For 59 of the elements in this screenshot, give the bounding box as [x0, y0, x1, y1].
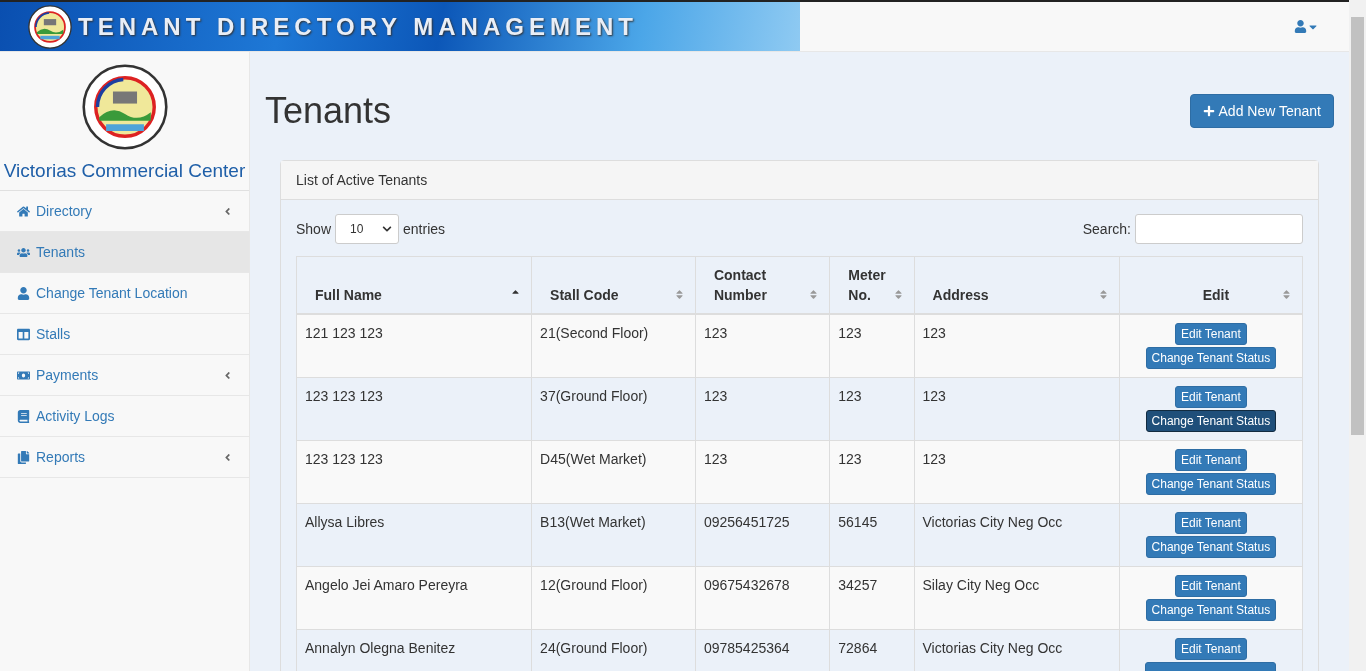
- table-cell: 123: [914, 377, 1120, 441]
- search-label: Search:: [1082, 221, 1131, 237]
- home-icon: [17, 204, 30, 218]
- edit-tenant-button[interactable]: Edit Tenant: [1174, 575, 1247, 597]
- table-cell: Annalyn Olegna Benitez: [296, 629, 532, 671]
- user-icon: [1294, 20, 1307, 33]
- change-status-button[interactable]: Change Tenant Status: [1145, 410, 1277, 432]
- table-cell: 56145: [829, 503, 915, 567]
- seal-logo: [28, 4, 72, 49]
- entries-label: entries: [403, 221, 446, 237]
- banner-title: TENANT DIRECTORY MANAGEMENT: [78, 12, 638, 41]
- table-cell: 123: [914, 440, 1120, 504]
- change-status-button[interactable]: Change Tenant Status: [1145, 599, 1277, 621]
- page-title: Tenants: [265, 90, 392, 132]
- table-cell: B13(Wet Market): [531, 503, 696, 567]
- edit-tenant-button[interactable]: Edit Tenant: [1174, 323, 1247, 345]
- table-cell: 123: [829, 377, 915, 441]
- change-status-button[interactable]: Change Tenant Status: [1145, 536, 1277, 558]
- edit-tenant-button[interactable]: Edit Tenant: [1174, 386, 1247, 408]
- table-cell: 21(Second Floor): [531, 314, 696, 378]
- edit-tenant-button[interactable]: Edit Tenant: [1174, 449, 1247, 471]
- edit-tenant-button[interactable]: Edit Tenant: [1174, 638, 1247, 660]
- user-icon: [17, 286, 30, 300]
- table-cell: 123: [829, 314, 915, 378]
- table-cell: 37(Ground Floor): [531, 377, 696, 441]
- add-tenant-button[interactable]: Add New Tenant: [1189, 94, 1334, 128]
- table-cell: 12(Ground Floor): [531, 566, 696, 630]
- table-cell: 09675432678: [695, 566, 830, 630]
- plus-icon: [1202, 105, 1215, 117]
- table-cell: 123: [695, 440, 830, 504]
- table-cell: Victorias City Neg Occ: [914, 503, 1120, 567]
- show-label: Show: [296, 221, 332, 237]
- table-cell: 123 123 123: [296, 440, 532, 504]
- chevron-down-icon: [382, 224, 393, 234]
- scrollbar[interactable]: [1349, 0, 1366, 671]
- page-size-select[interactable]: 10: [335, 214, 400, 244]
- table-cell: Allysa Libres: [296, 503, 532, 567]
- sidebar-item[interactable]: Tenants: [0, 232, 249, 273]
- search-field[interactable]: [1135, 214, 1303, 244]
- panel-heading: List of Active Tenants: [281, 161, 1318, 200]
- table-cell: 123 123 123: [296, 377, 532, 441]
- user-menu-button[interactable]: [1294, 20, 1319, 33]
- table-cell: 34257: [829, 566, 915, 630]
- table-cell: Angelo Jei Amaro Pereyra: [296, 566, 532, 630]
- edit-tenant-button[interactable]: Edit Tenant: [1174, 512, 1247, 534]
- change-status-button[interactable]: Change Tenant Status: [1145, 347, 1277, 369]
- columns-icon: [17, 327, 30, 341]
- table-cell: 123: [829, 440, 915, 504]
- book-icon: [17, 409, 30, 423]
- table-cell: 123: [695, 377, 830, 441]
- table-cell: 123: [695, 314, 830, 378]
- table-cell: Silay City Neg Occ: [914, 566, 1120, 630]
- table-cell: 09256451725: [695, 503, 830, 567]
- table-cell: 123: [914, 314, 1120, 378]
- table-cell: D45(Wet Market): [531, 440, 696, 504]
- table-cell: 121 123 123: [296, 314, 532, 378]
- change-status-button[interactable]: Change Tenant Status: [1145, 473, 1277, 495]
- users-icon: [17, 245, 30, 259]
- documents-icon: [17, 450, 30, 464]
